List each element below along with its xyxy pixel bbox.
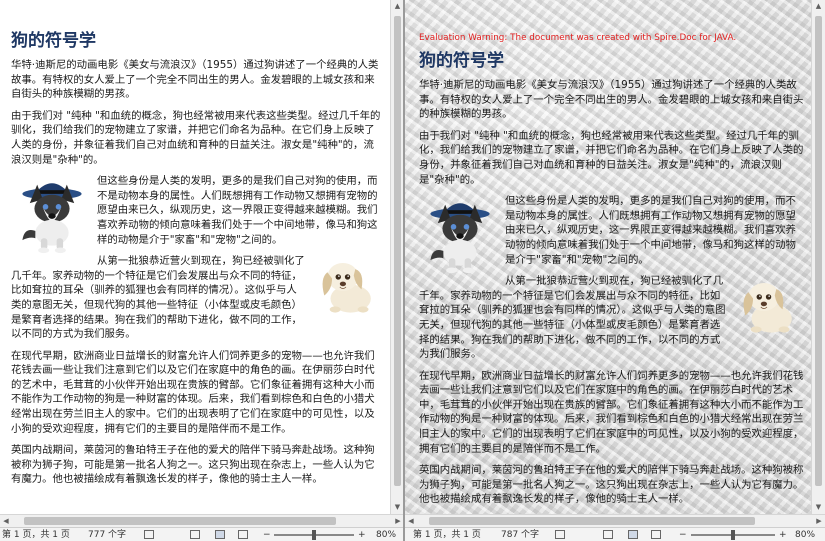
scroll-left-icon[interactable]: ◀ — [405, 515, 417, 527]
left-document-pane: 狗的符号学 华特·迪斯尼的动画电影《美女与流浪汉》（1955）通过狗讲述了一个经… — [0, 0, 404, 541]
right-horizontal-scrollbar[interactable]: ◀ ▶ — [405, 514, 825, 527]
paragraph-5: 在现代早期，欧洲商业日益增长的财富允许人们饲养更多的宠物——也允许我们花钱去画一… — [11, 349, 375, 435]
proofing-icon[interactable] — [144, 530, 154, 539]
paragraph-2: 由于我们对 "纯种 "和血统的概念，狗也经常被用来代表这些类型。经过几千年的驯化… — [419, 129, 804, 186]
right-status-bar: 第 1 页，共 1 页 787 个字 − + 80% — [405, 527, 825, 541]
left-document-page[interactable]: 狗的符号学 华特·迪斯尼的动画电影《美女与流浪汉》（1955）通过狗讲述了一个经… — [0, 0, 391, 514]
zoom-level[interactable]: 80% — [795, 528, 815, 541]
zoom-slider-knob[interactable] — [312, 530, 316, 540]
zoom-in-button[interactable]: + — [779, 528, 787, 541]
husky-image — [423, 198, 497, 281]
word-count[interactable]: 787 个字 — [501, 528, 539, 541]
right-document-page[interactable]: Evaluation Warning: The document was cre… — [405, 0, 812, 514]
puppy-image — [315, 254, 377, 325]
print-layout-icon[interactable] — [628, 530, 638, 539]
page-info[interactable]: 第 1 页，共 1 页 — [413, 528, 481, 541]
word-count[interactable]: 777 个字 — [88, 528, 126, 541]
page-info[interactable]: 第 1 页，共 1 页 — [2, 528, 70, 541]
vertical-scroll-thumb[interactable] — [394, 16, 401, 486]
zoom-slider-knob[interactable] — [731, 530, 735, 540]
scroll-down-icon[interactable]: ▼ — [812, 501, 825, 514]
scroll-up-icon[interactable]: ▲ — [812, 0, 825, 13]
zoom-level[interactable]: 80% — [376, 528, 396, 541]
paragraph-6: 英国内战期间，莱茵河的鲁珀特王子在他的爱犬的陪伴下骑马奔赴战场。这种狗被称为狮子… — [419, 464, 804, 506]
print-layout-icon[interactable] — [215, 530, 225, 539]
left-status-bar: 第 1 页，共 1 页 777 个字 − + 80% — [0, 527, 404, 541]
horizontal-scroll-thumb[interactable] — [24, 517, 336, 525]
paragraph-1: 华特·迪斯尼的动画电影《美女与流浪汉》（1955）通过狗讲述了一个经典的人类故事… — [419, 79, 804, 121]
right-document-content: Evaluation Warning: The document was cre… — [419, 32, 804, 514]
document-title: 狗的符号学 — [419, 51, 504, 71]
husky-image — [15, 178, 89, 261]
read-mode-icon[interactable] — [603, 530, 613, 539]
scroll-left-icon[interactable]: ◀ — [0, 515, 12, 527]
horizontal-scroll-thumb[interactable] — [429, 517, 755, 525]
proofing-icon[interactable] — [555, 530, 565, 539]
zoom-out-button[interactable]: − — [679, 528, 687, 541]
left-vertical-scrollbar[interactable]: ▲ ▼ — [390, 0, 404, 514]
left-horizontal-scrollbar[interactable]: ◀ ▶ — [0, 514, 404, 527]
puppy-image — [736, 274, 798, 345]
read-mode-icon[interactable] — [190, 530, 200, 539]
zoom-in-button[interactable]: + — [358, 528, 366, 541]
evaluation-warning: Evaluation Warning: The document was cre… — [419, 33, 737, 43]
paragraph-1: 华特·迪斯尼的动画电影《美女与流浪汉》（1955）通过狗讲述了一个经典的人类故事… — [11, 59, 379, 101]
web-layout-icon[interactable] — [238, 530, 248, 539]
web-layout-icon[interactable] — [651, 530, 661, 539]
paragraph-2: 由于我们对 "纯种 "和血统的概念，狗也经常被用来代表这些类型。经过几千年的驯化… — [11, 109, 381, 166]
left-document-content: 狗的符号学 华特·迪斯尼的动画电影《美女与流浪汉》（1955）通过狗讲述了一个经… — [11, 30, 383, 494]
zoom-out-button[interactable]: − — [263, 528, 271, 541]
document-title: 狗的符号学 — [11, 31, 96, 51]
paragraph-5: 在现代早期，欧洲商业日益增长的财富允许人们饲养更多的宠物——也允许我们花钱去画一… — [419, 369, 804, 455]
scroll-right-icon[interactable]: ▶ — [813, 515, 825, 527]
vertical-scroll-thumb[interactable] — [815, 16, 822, 486]
right-vertical-scrollbar[interactable]: ▲ ▼ — [811, 0, 825, 514]
paragraph-6: 英国内战期间，莱茵河的鲁珀特王子在他的爱犬的陪伴下骑马奔赴战场。这种狗被称为狮子… — [11, 444, 375, 486]
right-document-pane: Evaluation Warning: The document was cre… — [405, 0, 825, 541]
